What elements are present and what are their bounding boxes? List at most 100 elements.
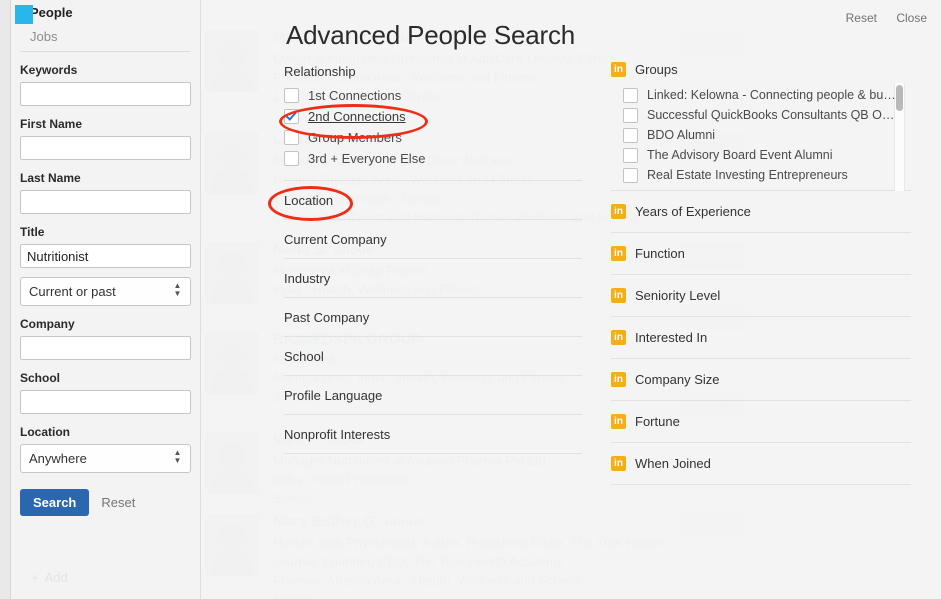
linkedin-premium-icon: in	[611, 246, 626, 261]
checkbox-icon[interactable]	[284, 150, 299, 166]
linkedin-premium-icon: in	[611, 414, 626, 429]
field-keywords: Keywords	[11, 63, 200, 106]
groups-scrollbar-thumb[interactable]	[896, 85, 903, 111]
group-option[interactable]: Linked: Kelowna - Connecting people & bu…	[623, 85, 911, 105]
first-name-label: First Name	[20, 117, 83, 131]
last-name-input[interactable]	[20, 190, 191, 214]
checkbox-checked-icon[interactable]	[284, 108, 299, 124]
stepper-arrows-icon: ▲ ▼	[173, 281, 182, 298]
premium-facet-label: Company Size	[635, 372, 720, 387]
group-label: Linked: Kelowna - Connecting people & bu…	[647, 88, 897, 102]
close-link[interactable]: Close	[896, 11, 927, 25]
checkbox-icon[interactable]	[623, 107, 638, 123]
facet-past-company[interactable]: Past Company	[284, 297, 582, 336]
relationship-label[interactable]: 2nd Connections	[308, 109, 406, 124]
facet-industry[interactable]: Industry	[284, 258, 582, 297]
checkbox-icon[interactable]	[623, 87, 638, 103]
premium-filters-column: in Groups Linked: Kelowna - Connecting p…	[611, 62, 911, 485]
sidebar-tabs: People Jobs	[11, 0, 200, 52]
group-option[interactable]: The Advisory Board Event Alumni	[623, 145, 911, 165]
premium-facet-interested-in[interactable]: in Interested In	[611, 316, 911, 358]
location-select-value: Anywhere	[20, 444, 191, 473]
premium-facet-label: Fortune	[635, 414, 680, 429]
relationship-option-group-members[interactable]: Group Members	[284, 127, 582, 147]
company-input[interactable]	[20, 336, 191, 360]
add-filter-link[interactable]: + Add	[31, 570, 68, 585]
first-name-input[interactable]	[20, 136, 191, 160]
school-input[interactable]	[20, 390, 191, 414]
groups-scrollbar[interactable]	[894, 83, 905, 191]
location-select[interactable]: Anywhere ▲ ▼	[20, 444, 191, 473]
checkbox-icon[interactable]	[623, 147, 638, 163]
group-label: BDO Alumni	[647, 128, 716, 142]
linkedin-premium-icon: in	[611, 330, 626, 345]
field-first-name: First Name	[11, 117, 200, 160]
premium-facet-label: Seniority Level	[635, 288, 721, 303]
modal-top-links: Reset Close	[830, 11, 927, 25]
relationship-section-label: Relationship	[284, 64, 356, 79]
facet-list-end-divider	[284, 453, 582, 454]
group-label: Successful QuickBooks Consultants QB On…	[647, 108, 897, 122]
relationship-option-1st[interactable]: 1st Connections	[284, 85, 582, 105]
search-sidebar: People Jobs Keywords First Name Last Nam…	[11, 0, 201, 599]
premium-facet-label: When Joined	[635, 456, 711, 471]
page-title: Advanced People Search	[286, 20, 576, 50]
sidebar-actions: Search Reset	[20, 489, 200, 516]
linkedin-premium-icon: in	[611, 288, 626, 303]
facet-current-company[interactable]: Current Company	[284, 219, 582, 258]
group-option[interactable]: Successful QuickBooks Consultants QB On…	[623, 105, 911, 125]
sidebar-reset-link[interactable]: Reset	[101, 495, 135, 510]
premium-facet-function[interactable]: in Function	[611, 232, 911, 274]
relationship-label: Group Members	[308, 129, 402, 145]
premium-facet-when-joined[interactable]: in When Joined	[611, 442, 911, 484]
facet-nonprofit-interests[interactable]: Nonprofit Interests	[284, 414, 582, 453]
premium-facet-label: Years of Experience	[635, 204, 751, 219]
title-label: Title	[20, 225, 45, 239]
center-filters-column: Relationship 1st Connections 2nd Connect…	[284, 64, 582, 454]
linkedin-premium-icon: in	[611, 372, 626, 387]
title-scope-select[interactable]: Current or past ▲ ▼	[20, 277, 191, 306]
group-label: The Advisory Board Event Alumni	[647, 148, 833, 162]
facet-location[interactable]: Location	[284, 180, 582, 219]
checkbox-icon[interactable]	[284, 87, 299, 103]
title-input[interactable]	[20, 244, 191, 268]
groups-header: in Groups	[611, 62, 911, 85]
checkbox-icon[interactable]	[623, 167, 638, 183]
location-label: Location	[20, 425, 70, 439]
premium-facet-fortune[interactable]: in Fortune	[611, 400, 911, 442]
linkedin-premium-icon: in	[611, 204, 626, 219]
search-button[interactable]: Search	[20, 489, 90, 516]
facet-school[interactable]: School	[284, 336, 582, 375]
relationship-label: 1st Connections	[308, 87, 402, 103]
add-filter-label: Add	[44, 570, 68, 585]
checkbox-icon[interactable]	[623, 127, 638, 143]
premium-facet-label: Function	[635, 246, 685, 261]
premium-list-end-divider	[611, 484, 911, 485]
facet-profile-language[interactable]: Profile Language	[284, 375, 582, 414]
relationship-option-2nd[interactable]: 2nd Connections	[284, 106, 582, 126]
linkedin-premium-icon: in	[611, 62, 626, 77]
groups-title: Groups	[635, 62, 678, 77]
stepper-arrows-icon: ▲ ▼	[173, 448, 182, 465]
tab-jobs[interactable]: Jobs	[11, 24, 200, 48]
last-name-label: Last Name	[20, 171, 81, 185]
tab-people[interactable]: People	[11, 0, 200, 24]
left-rail-scrollbar[interactable]	[0, 0, 11, 599]
active-tab-marker	[15, 5, 33, 24]
group-option[interactable]: BDO Alumni	[623, 125, 911, 145]
reset-link[interactable]: Reset	[846, 11, 877, 25]
title-scope-value: Current or past	[20, 277, 191, 306]
premium-facet-years-of-experience[interactable]: in Years of Experience	[611, 190, 911, 232]
relationship-label: 3rd + Everyone Else	[308, 150, 426, 166]
advanced-search-modal: People Jobs Keywords First Name Last Nam…	[0, 0, 941, 599]
premium-facet-company-size[interactable]: in Company Size	[611, 358, 911, 400]
relationship-option-3rd[interactable]: 3rd + Everyone Else	[284, 148, 582, 168]
field-school: School	[11, 371, 200, 414]
field-location: Location	[11, 425, 200, 439]
tabs-divider	[20, 51, 190, 52]
keywords-label: Keywords	[20, 63, 78, 77]
checkbox-icon[interactable]	[284, 129, 299, 145]
group-option[interactable]: Real Estate Investing Entrepreneurs	[623, 165, 911, 185]
keywords-input[interactable]	[20, 82, 191, 106]
premium-facet-seniority-level[interactable]: in Seniority Level	[611, 274, 911, 316]
